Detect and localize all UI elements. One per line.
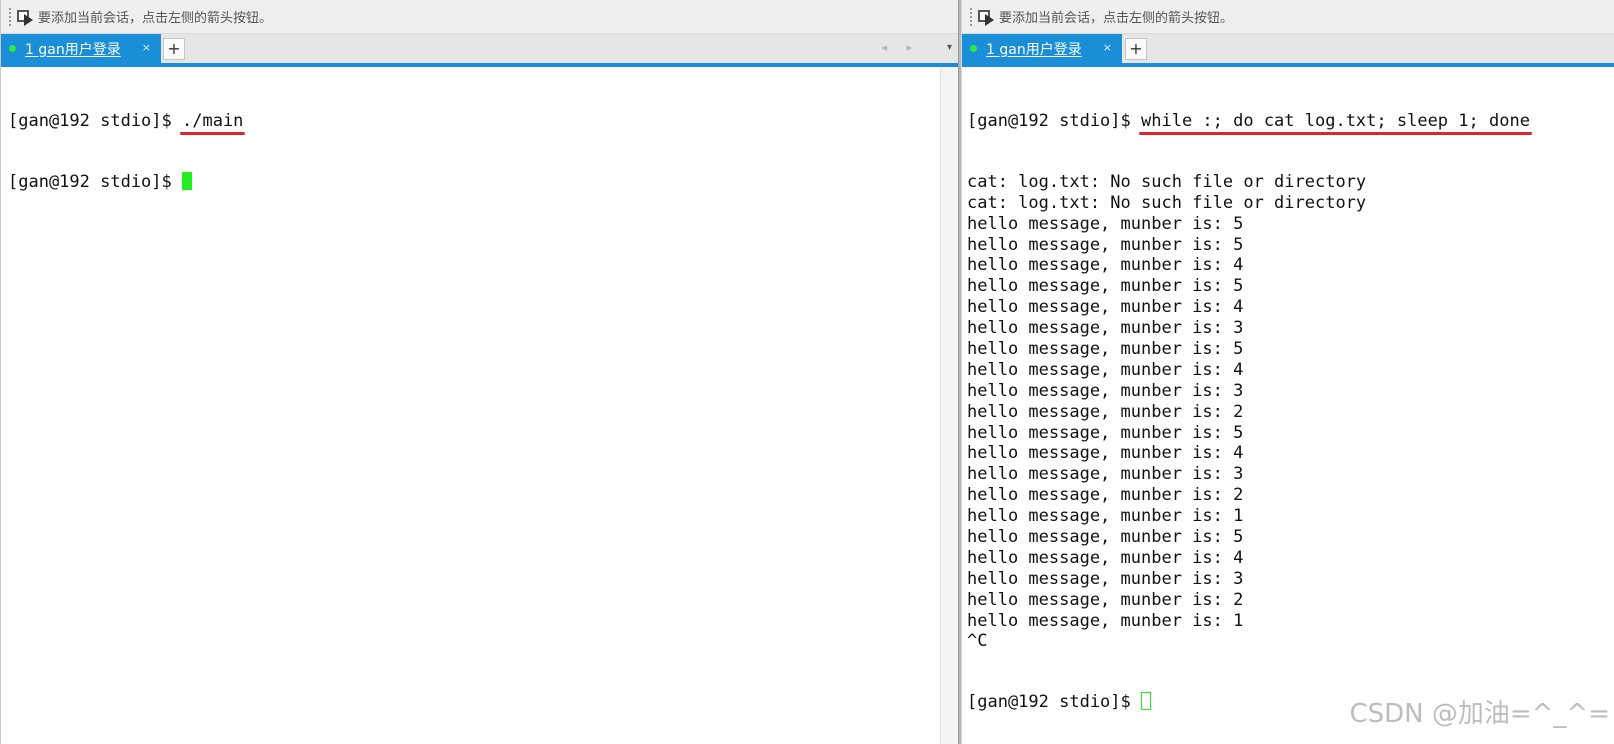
terminal-scrollbar[interactable] xyxy=(940,67,960,744)
terminal-cursor xyxy=(1141,692,1151,711)
terminal-output-line: cat: log.txt: No such file or directory xyxy=(967,171,1367,192)
terminal-output-line: hello message, munber is: 5 xyxy=(967,527,1244,548)
terminal-output[interactable]: [gan@192 stdio]$ ./main [gan@192 stdio]$ xyxy=(1,67,960,744)
new-tab-button[interactable]: + xyxy=(1125,38,1147,60)
terminal-output[interactable]: [gan@192 stdio]$ while :; do cat log.txt… xyxy=(962,67,1614,744)
watermark: CSDN @加油=^_^= xyxy=(1349,699,1610,729)
session-tab-active[interactable]: 1 gan用户登录 × xyxy=(962,34,1122,63)
terminal-output-line: hello message, munber is: 1 xyxy=(967,610,1244,631)
terminal-output-line: hello message, munber is: 4 xyxy=(967,547,1244,568)
typed-command: while :; do cat log.txt; sleep 1; done xyxy=(1139,111,1532,135)
terminal-output-line: hello message, munber is: 5 xyxy=(967,339,1244,360)
terminal-output-line: hello message, munber is: 5 xyxy=(967,213,1244,234)
toolbar-grip[interactable] xyxy=(9,7,12,26)
session-hint-text: 要添加当前会话，点击左侧的箭头按钮。 xyxy=(999,11,1234,26)
new-tab-button[interactable]: + xyxy=(163,38,185,60)
session-tab-active[interactable]: 1 gan用户登录 × xyxy=(1,34,161,63)
tab-label: 1 gan用户登录 xyxy=(25,41,121,58)
session-hint-bar: 要添加当前会话，点击左侧的箭头按钮。 xyxy=(1,0,960,34)
right-session-pane: 要添加当前会话，点击左侧的箭头按钮。 1 gan用户登录 × + [gan@19… xyxy=(962,0,1614,744)
tab-close-icon[interactable]: × xyxy=(1103,41,1112,54)
session-hint-bar: 要添加当前会话，点击左侧的箭头按钮。 xyxy=(962,0,1614,34)
shell-prompt: [gan@192 stdio]$ xyxy=(8,171,182,192)
tab-list-dropdown-icon[interactable]: ▾ xyxy=(947,42,952,53)
toolbar-grip[interactable] xyxy=(970,7,973,26)
terminal-output-line: hello message, munber is: 2 xyxy=(967,589,1244,610)
terminal-line: [gan@192 stdio]$ ./main xyxy=(8,111,960,135)
terminal-output-line: hello message, munber is: 3 xyxy=(967,380,1244,401)
terminal-output-line: ^C xyxy=(967,631,988,652)
terminal-output-line: hello message, munber is: 2 xyxy=(967,485,1244,506)
terminal-output-line: hello message, munber is: 4 xyxy=(967,443,1244,464)
terminal-output-line: hello message, munber is: 4 xyxy=(967,297,1244,318)
shell-prompt: [gan@192 stdio]$ xyxy=(8,111,182,131)
left-session-pane: 要添加当前会话，点击左侧的箭头按钮。 1 gan用户登录 × + ◂ ▸ ▾ [… xyxy=(0,0,960,744)
terminal-line: [gan@192 stdio]$ while :; do cat log.txt… xyxy=(967,111,1614,135)
terminal-output-line: hello message, munber is: 3 xyxy=(967,568,1244,589)
terminal-line: [gan@192 stdio]$ xyxy=(8,171,960,193)
add-session-arrow-icon[interactable] xyxy=(977,8,997,26)
connection-status-icon xyxy=(9,45,16,52)
typed-command: ./main xyxy=(179,111,246,135)
session-tab-bar: 1 gan用户登录 × + xyxy=(962,34,1614,67)
terminal-output-line: cat: log.txt: No such file or directory xyxy=(967,192,1367,213)
session-tab-bar: 1 gan用户登录 × + ◂ ▸ ▾ xyxy=(1,34,960,67)
terminal-output-line: hello message, munber is: 3 xyxy=(967,318,1244,339)
terminal-output-line: hello message, munber is: 4 xyxy=(967,255,1244,276)
tab-label: 1 gan用户登录 xyxy=(986,41,1082,58)
terminal-output-line: hello message, munber is: 5 xyxy=(967,234,1244,255)
connection-status-icon xyxy=(970,45,977,52)
session-hint-text: 要添加当前会话，点击左侧的箭头按钮。 xyxy=(38,11,273,26)
shell-prompt: [gan@192 stdio]$ xyxy=(967,111,1141,131)
terminal-output-line: hello message, munber is: 5 xyxy=(967,276,1244,297)
terminal-output-line: hello message, munber is: 5 xyxy=(967,422,1244,443)
terminal-output-line: hello message, munber is: 2 xyxy=(967,401,1244,422)
terminal-output-line: hello message, munber is: 3 xyxy=(967,464,1244,485)
terminal-cursor xyxy=(182,171,192,190)
terminal-output-line: hello message, munber is: 1 xyxy=(967,506,1244,527)
tab-scroll-arrows-icon[interactable]: ◂ ▸ xyxy=(881,41,920,54)
add-session-arrow-icon[interactable] xyxy=(16,8,36,26)
terminal-output-line: hello message, munber is: 4 xyxy=(967,359,1244,380)
tab-close-icon[interactable]: × xyxy=(142,41,151,54)
shell-prompt: [gan@192 stdio]$ xyxy=(967,692,1141,713)
